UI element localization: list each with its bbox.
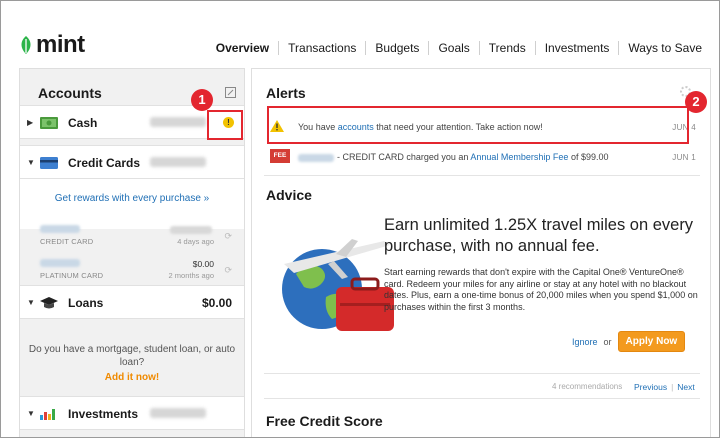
credit-card-icon (40, 157, 58, 169)
advice-title: Advice (266, 187, 312, 203)
accounts-title: Accounts (38, 85, 102, 101)
divider (264, 398, 700, 399)
fee-text: - CREDIT CARD charged you an (337, 152, 471, 162)
alert-fee: FEE - CREDIT CARD charged you an Annual … (264, 143, 704, 171)
loans-note: Do you have a mortgage, student loan, or… (20, 343, 244, 384)
nav-trends[interactable]: Trends (478, 41, 535, 55)
pager: Previous | Next (634, 382, 695, 392)
nav-budgets[interactable]: Budgets (365, 41, 428, 55)
nav-goals[interactable]: Goals (428, 41, 478, 55)
offer-actions: Ignore or Apply Now (572, 331, 686, 352)
expand-down-icon[interactable]: ▼ (27, 409, 35, 418)
card-type: PLATINUM CARD (40, 271, 104, 280)
apply-now-button[interactable]: Apply Now (617, 331, 686, 352)
blurred-account-name (40, 259, 80, 267)
card-type: CREDIT CARD (40, 237, 94, 246)
loans-question: Do you have a mortgage, student loan, or… (28, 344, 236, 368)
blurred-account-name (40, 225, 80, 233)
platinum-card-subaccount[interactable]: PLATINUM CARD $0.00 2 months ago ⟳ (20, 257, 244, 285)
refresh-icon[interactable]: ⟳ (224, 231, 232, 242)
nav-overview[interactable]: Overview (207, 41, 278, 55)
fee-amount: of $99.00 (568, 152, 609, 162)
brand-name: mint (36, 31, 85, 58)
expand-down-icon[interactable]: ▼ (27, 298, 35, 307)
recommendation-count: 4 recommendations (552, 382, 623, 391)
nav-investments[interactable]: Investments (534, 41, 619, 55)
alert-text: - CREDIT CARD charged you an Annual Memb… (298, 152, 609, 162)
last-updated: 4 days ago (177, 237, 214, 246)
credit-score-title: Free Credit Score (266, 413, 383, 429)
fee-badge: FEE (270, 149, 290, 163)
callout-box-2 (267, 106, 689, 144)
account-label-investments: Investments (68, 407, 139, 421)
callout-number-2: 2 (685, 91, 707, 113)
alerts-title: Alerts (266, 85, 306, 101)
account-label-cash: Cash (68, 116, 98, 130)
blurred-amount (150, 408, 206, 418)
last-updated: 2 months ago (168, 271, 214, 280)
main-nav: Overview Transactions Budgets Goals Tren… (207, 41, 711, 55)
edit-icon[interactable] (225, 87, 236, 98)
loans-amount: $0.00 (201, 296, 232, 310)
nav-transactions[interactable]: Transactions (278, 41, 365, 55)
annual-fee-link[interactable]: Annual Membership Fee (470, 152, 568, 162)
card-amount: $0.00 (192, 259, 214, 269)
get-rewards-link[interactable]: Get rewards with every purchase » (20, 193, 244, 204)
add-loan-link[interactable]: Add it now! (20, 371, 244, 384)
credit-card-subaccount[interactable]: CREDIT CARD 4 days ago ⟳ (20, 223, 244, 251)
account-row-loans[interactable]: ▼ Loans $0.00 (20, 285, 244, 319)
next-link[interactable]: Next (677, 382, 694, 392)
previous-link[interactable]: Previous (634, 382, 667, 392)
cash-icon (40, 117, 58, 129)
offer-body: Start earning rewards that don't expire … (384, 267, 698, 312)
promo-area (20, 179, 244, 229)
mint-overview-page: mint Overview Transactions Budgets Goals… (0, 0, 720, 438)
refresh-icon[interactable]: ⟳ (224, 265, 232, 276)
leaf-icon (21, 36, 31, 54)
account-label-loans: Loans (68, 296, 104, 310)
expand-down-icon[interactable]: ▼ (27, 158, 35, 167)
expand-right-icon[interactable]: ▶ (27, 118, 33, 127)
or-text: or (603, 336, 612, 347)
blurred-amount (150, 117, 206, 127)
nav-ways-to-save[interactable]: Ways to Save (618, 41, 711, 55)
offer-headline: Earn unlimited 1.25X travel miles on eve… (384, 216, 694, 255)
account-row-credit-cards[interactable]: ▼ Credit Cards (20, 145, 244, 179)
mint-logo[interactable]: mint (19, 31, 85, 59)
account-row-investments[interactable]: ▼ Investments (20, 396, 244, 430)
divider (264, 373, 700, 374)
callout-number-1: 1 (191, 89, 213, 111)
blurred-amount (170, 226, 212, 234)
top-header: mint Overview Transactions Budgets Goals… (1, 1, 719, 63)
pager-separator: | (671, 382, 674, 392)
callout-box-1 (207, 110, 243, 140)
graduation-cap-icon (40, 297, 58, 309)
blurred-account-name (298, 153, 334, 162)
blurred-amount (150, 157, 206, 167)
divider (264, 175, 700, 176)
account-label-credit-cards: Credit Cards (68, 156, 141, 170)
bar-chart-icon (40, 409, 55, 420)
alert-date: JUN 1 (672, 153, 696, 162)
ignore-link[interactable]: Ignore (572, 337, 598, 347)
